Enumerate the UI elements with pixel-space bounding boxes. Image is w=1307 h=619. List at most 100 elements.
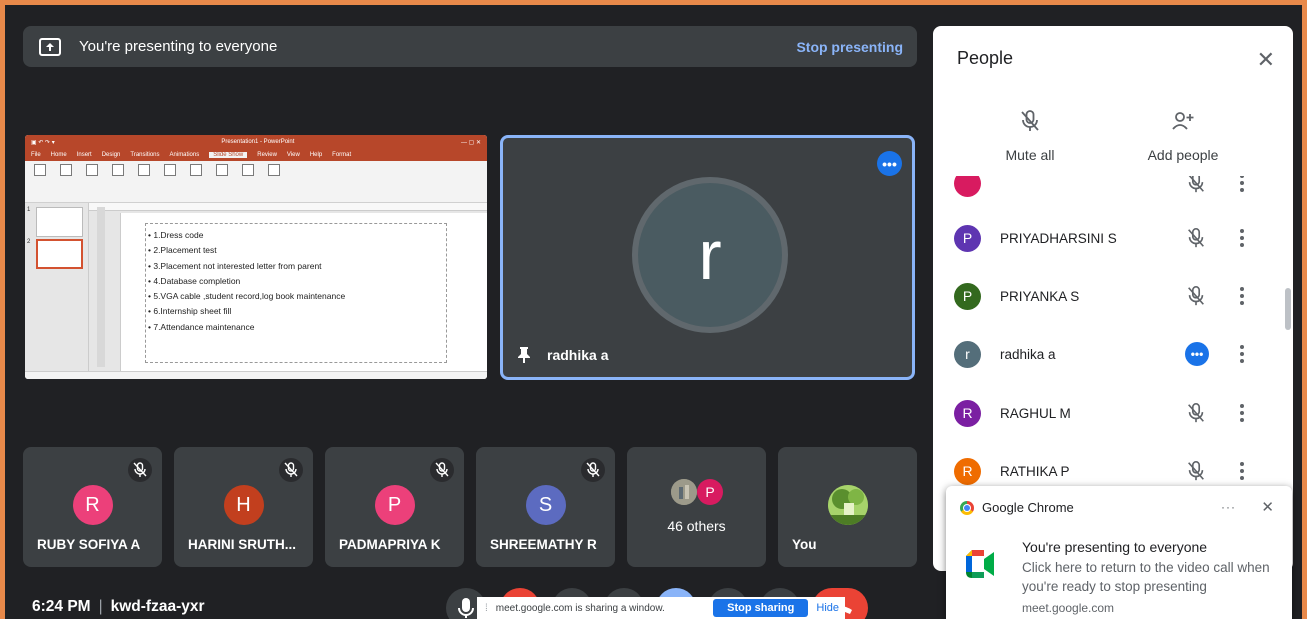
slide-bullets: • 1.Dress code • 2.Placement test • 3.Plac…	[146, 224, 446, 335]
participant-avatar: R	[72, 485, 113, 525]
mic-off-icon[interactable]	[1185, 285, 1207, 307]
more-vert-icon[interactable]	[1239, 287, 1245, 305]
participant-avatar: H	[223, 485, 264, 525]
chrome-notification[interactable]: Google Chrome ··· ✕ You're presenting to…	[946, 486, 1292, 619]
notification-close-icon[interactable]: ✕	[1261, 498, 1274, 516]
slide-bullet: • 7.Attendance maintenance	[148, 321, 255, 332]
ppt-tab[interactable]: Slide Show	[209, 152, 248, 158]
pin-icon	[517, 346, 531, 364]
pinned-participant-tile[interactable]: r ••• radhika a	[500, 135, 915, 380]
chrome-icon	[960, 500, 974, 515]
participant-tile[interactable]: H HARINI SRUTH...	[174, 447, 313, 567]
ppt-editor: 1 2 • 1.Dress code • 2.Placement test • 3.…	[25, 203, 487, 371]
notification-body: Click here to return to the video call w…	[1022, 560, 1270, 594]
ppt-tab[interactable]: Animations	[170, 152, 200, 158]
mic-off-icon[interactable]	[1185, 402, 1207, 424]
add-people-label: Add people	[1147, 147, 1219, 163]
self-name: You	[792, 537, 817, 552]
participant-row[interactable]: R RAGHUL M	[933, 384, 1293, 442]
mic-off-icon	[430, 458, 454, 482]
meeting-time: 6:24 PM	[32, 598, 91, 615]
participant-row[interactable]	[933, 176, 1293, 212]
mic-off-icon	[279, 458, 303, 482]
ppt-tab[interactable]: Design	[102, 152, 121, 158]
google-meet-icon	[966, 550, 996, 578]
mute-all-label: Mute all	[1005, 147, 1055, 163]
ppt-tab[interactable]: File	[31, 152, 41, 158]
participant-tile[interactable]: P PADMAPRIYA K	[325, 447, 464, 567]
ppt-ribbon-tabs: File Home Insert Design Transitions Animation…	[25, 149, 487, 161]
stop-sharing-button[interactable]: Stop sharing	[713, 599, 809, 617]
participant-row[interactable]: r radhika a •••	[933, 325, 1293, 383]
participant-tile[interactable]: R RUBY SOFIYA A	[23, 447, 162, 567]
mic-off-icon[interactable]	[1185, 176, 1207, 194]
ppt-tab[interactable]: Home	[51, 152, 67, 158]
participant-name: RUBY SOFIYA A	[37, 537, 141, 552]
ppt-ribbon	[25, 161, 487, 203]
participant-row[interactable]: P PRIYADHARSINI S	[933, 209, 1293, 267]
participant-row-avatar: r	[954, 340, 981, 368]
more-vert-icon[interactable]	[1239, 462, 1245, 480]
hide-button[interactable]: Hide	[816, 602, 839, 614]
notification-title: You're presenting to everyone	[1022, 539, 1208, 555]
more-options-icon[interactable]: •••	[877, 151, 902, 176]
mic-off-icon	[1004, 109, 1056, 141]
participant-row[interactable]: P PRIYANKA S	[933, 267, 1293, 325]
close-icon[interactable]: ✕	[1257, 47, 1275, 73]
participant-avatar: S	[525, 485, 566, 525]
slide-textbox[interactable]: • 1.Dress code • 2.Placement test • 3.Plac…	[145, 223, 447, 363]
sharing-message: meet.google.com is sharing a window.	[495, 602, 665, 614]
more-vert-icon[interactable]	[1239, 345, 1245, 363]
notification-app: Google Chrome	[982, 500, 1074, 515]
participant-row-avatar	[954, 176, 981, 197]
notification-more-icon[interactable]: ···	[1221, 500, 1236, 514]
ppt-tab[interactable]: Help	[310, 152, 322, 158]
participant-row-name: PRIYANKA S	[1000, 288, 1080, 304]
participant-row-name: radhika a	[1000, 346, 1056, 362]
more-vert-icon[interactable]	[1239, 176, 1245, 192]
slide-bullet: • 5.VGA cable ,student record,log book m…	[148, 291, 346, 302]
ppt-tab[interactable]: Transitions	[130, 152, 159, 158]
vertical-ruler	[97, 207, 105, 367]
slide-bullet: • 2.Placement test	[148, 245, 217, 256]
sharing-bar: ⁞ meet.google.com is sharing a window. S…	[477, 597, 845, 619]
add-people-button[interactable]: Add people	[1145, 109, 1221, 163]
mic-off-icon[interactable]	[1185, 227, 1207, 249]
participant-name: HARINI SRUTH...	[188, 537, 296, 552]
participant-row-name: RATHIKA P	[1000, 463, 1070, 479]
notification-header: Google Chrome	[960, 500, 1074, 515]
ppt-tab[interactable]: Insert	[77, 152, 92, 158]
slide-canvas: • 1.Dress code • 2.Placement test • 3.Plac…	[120, 213, 487, 371]
participant-row-avatar: P	[954, 224, 981, 252]
more-vert-icon[interactable]	[1239, 229, 1245, 247]
presentation-tile[interactable]: ▣ ↶ ↷ ▾ Presentation1 - PowerPoint — ▢ ✕…	[25, 135, 487, 379]
more-vert-icon[interactable]	[1239, 404, 1245, 422]
participant-row-name: RAGHUL M	[1000, 405, 1071, 421]
pinned-name-label: radhika a	[517, 346, 608, 364]
more-options-icon[interactable]: •••	[1185, 342, 1209, 366]
mic-off-icon	[581, 458, 605, 482]
self-avatar	[827, 485, 868, 525]
participant-tile[interactable]: S SHREEMATHY R	[476, 447, 615, 567]
slide-bullet: • 4.Database completion	[148, 275, 241, 286]
others-tile[interactable]: P 46 others	[627, 447, 766, 567]
ppt-tab[interactable]: View	[287, 152, 300, 158]
mic-off-icon[interactable]	[1185, 460, 1207, 482]
pinned-name: radhika a	[547, 347, 609, 363]
self-tile[interactable]: You	[778, 447, 917, 567]
ppt-window-title: Presentation1 - PowerPoint	[221, 139, 295, 145]
ppt-tab[interactable]: Format	[332, 152, 351, 158]
pinned-avatar: r	[638, 183, 782, 327]
participant-list-scrollbar[interactable]	[1285, 288, 1291, 330]
meeting-separator: |	[98, 598, 103, 615]
mic-off-icon	[128, 458, 152, 482]
people-title: People	[957, 48, 1014, 68]
presenting-banner: You're presenting to everyone Stop prese…	[23, 26, 917, 67]
stop-presenting-button[interactable]: Stop presenting	[796, 39, 903, 55]
slide-thumbnail-2[interactable]	[36, 239, 83, 269]
others-count: 46 others	[667, 518, 726, 534]
mute-all-button[interactable]: Mute all	[1004, 109, 1056, 163]
ppt-tab[interactable]: Review	[257, 152, 277, 158]
slide-thumbnails: 1 2	[25, 203, 89, 371]
slide-thumbnail-1[interactable]	[36, 207, 83, 237]
